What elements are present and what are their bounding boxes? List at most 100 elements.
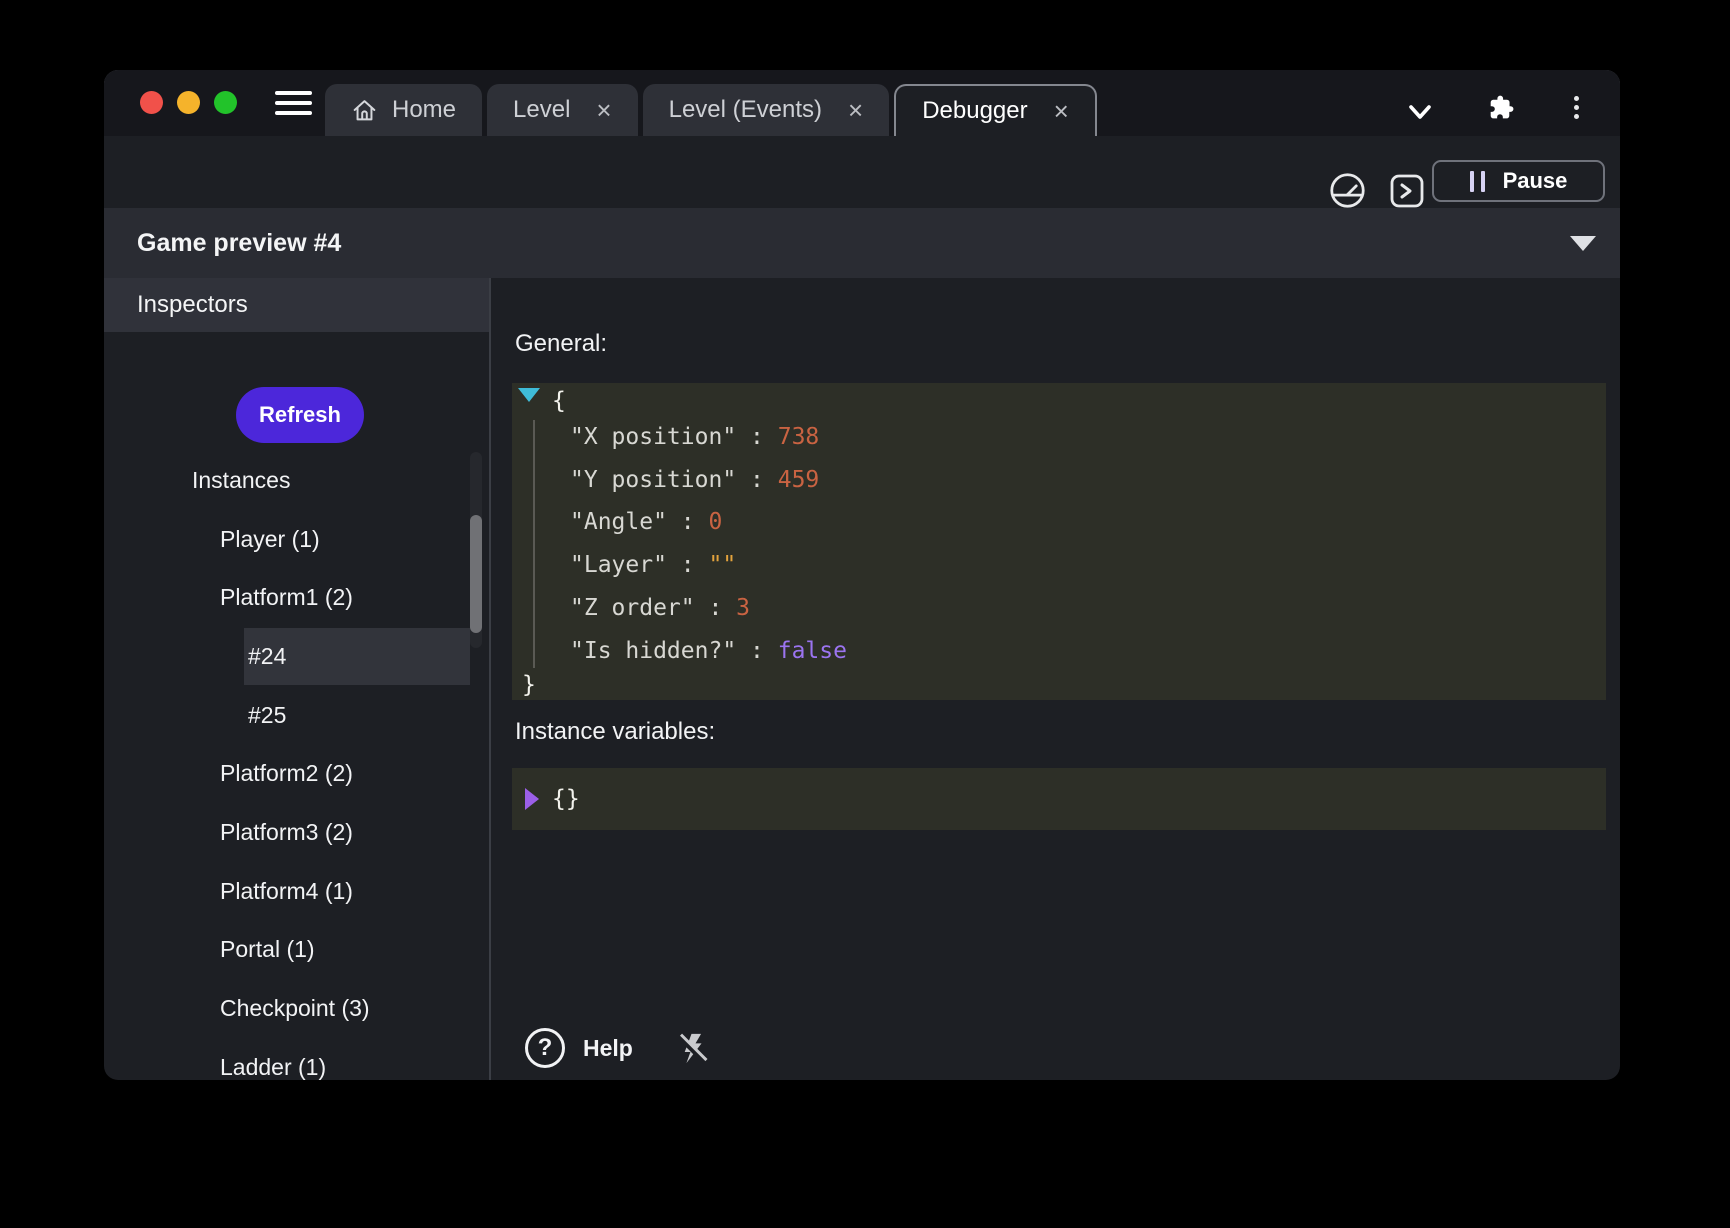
debugger-toolbar: Pause	[104, 136, 1620, 208]
sidebar-body: Refresh Instances Player (1) Platform1 (2)…	[104, 332, 489, 1080]
json-separator: :	[695, 595, 737, 621]
json-row-layer: "Layer" : ""	[570, 550, 736, 580]
tree-item-platform2-2[interactable]: Platform2 (2)	[104, 744, 489, 803]
json-row-is-hidden: "Is hidden?" : false	[570, 636, 847, 666]
tree-item-instances[interactable]: Instances	[104, 451, 489, 510]
expand-expander-icon[interactable]	[525, 788, 539, 810]
json-value: 0	[708, 509, 722, 535]
pause-icon	[1470, 171, 1485, 192]
tree-item-label: Instances	[192, 467, 290, 494]
general-json-viewer: { "X position" : 738 "Y position" : 459 "A…	[512, 383, 1606, 700]
kebab-menu-button[interactable]	[1574, 96, 1579, 119]
tree-item-portal-1[interactable]: Portal (1)	[104, 921, 489, 980]
json-value: 738	[778, 424, 820, 450]
json-value: 3	[736, 595, 750, 621]
json-row-y-position: "Y position" : 459	[570, 465, 819, 495]
json-separator: :	[667, 509, 709, 535]
chevron-down-icon[interactable]	[1406, 99, 1434, 130]
tree-item-label: Ladder (1)	[220, 1054, 326, 1080]
tab-close-icon[interactable]: ×	[596, 97, 611, 123]
instance-variables-viewer: {}	[512, 768, 1606, 830]
home-icon	[351, 97, 378, 124]
debugger-content: Inspectors Refresh Instances Player (1) Pl…	[104, 278, 1620, 1080]
game-preview-header: Game preview #4	[104, 208, 1620, 278]
json-open-brace: {	[552, 386, 566, 416]
tree-item-label: Platform4 (1)	[220, 878, 353, 905]
tab-bar: Home Level × Level (Events) × Debugger ×	[104, 70, 1620, 136]
tree-item-ladder-1[interactable]: Ladder (1)	[104, 1038, 489, 1080]
console-icon[interactable]	[1389, 173, 1425, 214]
json-key: "X position"	[570, 424, 736, 450]
tree-item-label: Player (1)	[220, 526, 320, 553]
sidebar-scrollbar-thumb[interactable]	[470, 515, 482, 633]
tree-item-label: Checkpoint (3)	[220, 995, 370, 1022]
tree-item-label: Platform3 (2)	[220, 819, 353, 846]
help-label[interactable]: Help	[583, 1035, 633, 1062]
flash-off-icon[interactable]	[673, 1030, 710, 1067]
preview-dropdown-caret-icon[interactable]	[1570, 236, 1596, 251]
tab-level-events[interactable]: Level (Events) ×	[643, 84, 890, 136]
tab-label: Level	[513, 96, 570, 124]
help-row: ? Help	[525, 1028, 710, 1068]
json-key: "Layer"	[570, 552, 667, 578]
tree-item-25[interactable]: #25	[104, 686, 489, 745]
game-preview-title: Game preview #4	[137, 229, 1570, 258]
tree-item-label: #25	[248, 702, 286, 729]
json-row-z-order: "Z order" : 3	[570, 593, 750, 623]
json-value: ""	[708, 552, 736, 578]
instance-variables-label: Instance variables:	[515, 718, 715, 746]
json-row-angle: "Angle" : 0	[570, 507, 722, 537]
tree-item-checkpoint-3[interactable]: Checkpoint (3)	[104, 979, 489, 1038]
json-row-x-position: "X position" : 738	[570, 422, 819, 452]
tree-item-label: Platform2 (2)	[220, 760, 353, 787]
json-separator: :	[736, 424, 778, 450]
tab-close-icon[interactable]: ×	[848, 97, 863, 123]
json-close-brace: }	[522, 670, 536, 700]
sidebar-header: Inspectors	[104, 278, 489, 332]
extensions-puzzle-icon[interactable]	[1485, 92, 1516, 128]
collapse-expander-icon[interactable]	[518, 388, 540, 402]
tab-label: Level (Events)	[669, 96, 822, 124]
inspectors-sidebar: Inspectors Refresh Instances Player (1) Pl…	[104, 278, 489, 1080]
json-key: "Angle"	[570, 509, 667, 535]
tab-close-icon[interactable]: ×	[1054, 98, 1069, 124]
tab-label: Debugger	[922, 97, 1027, 125]
refresh-button[interactable]: Refresh	[236, 387, 364, 443]
inspector-detail-panel: General: { "X position" : 738 "Y position…	[491, 278, 1620, 1080]
general-section-label: General:	[515, 330, 607, 358]
instances-tree: Instances Player (1) Platform1 (2) #24 #25 Pl…	[104, 451, 489, 1080]
tree-item-platform3-2[interactable]: Platform3 (2)	[104, 803, 489, 862]
profiler-gauge-icon[interactable]	[1329, 172, 1366, 214]
tree-item-24[interactable]: #24	[104, 627, 489, 686]
hamburger-menu-button[interactable]	[275, 91, 312, 115]
traffic-light-maximize[interactable]	[214, 91, 237, 114]
json-key: "Is hidden?"	[570, 638, 736, 664]
json-key: "Y position"	[570, 467, 736, 493]
traffic-light-minimize[interactable]	[177, 91, 200, 114]
tab-level[interactable]: Level ×	[487, 84, 638, 136]
tab-strip: Home Level × Level (Events) × Debugger ×	[325, 84, 1097, 136]
help-icon[interactable]: ?	[525, 1028, 565, 1068]
pause-button-label: Pause	[1503, 168, 1568, 194]
tab-debugger[interactable]: Debugger ×	[894, 84, 1097, 136]
traffic-light-close[interactable]	[140, 91, 163, 114]
json-indent-guide	[533, 420, 535, 668]
json-separator: :	[736, 638, 778, 664]
tree-item-label: Portal (1)	[220, 936, 315, 963]
tree-item-label: #24	[248, 643, 286, 670]
tree-item-platform4-1[interactable]: Platform4 (1)	[104, 862, 489, 921]
tab-label: Home	[392, 96, 456, 124]
tree-item-label: Platform1 (2)	[220, 584, 353, 611]
pause-button[interactable]: Pause	[1432, 160, 1605, 202]
json-separator: :	[736, 467, 778, 493]
tree-item-platform1-2[interactable]: Platform1 (2)	[104, 568, 489, 627]
instance-variables-value: {}	[552, 784, 580, 814]
app-window: HomeLevel×Level (Events)×Debugger× Paus	[104, 70, 1620, 1080]
json-separator: :	[667, 552, 709, 578]
traffic-lights	[140, 91, 237, 114]
json-key: "Z order"	[570, 595, 695, 621]
json-value: false	[778, 638, 847, 664]
tree-item-player-1[interactable]: Player (1)	[104, 510, 489, 569]
json-value: 459	[778, 467, 820, 493]
tab-home[interactable]: Home	[325, 84, 482, 136]
